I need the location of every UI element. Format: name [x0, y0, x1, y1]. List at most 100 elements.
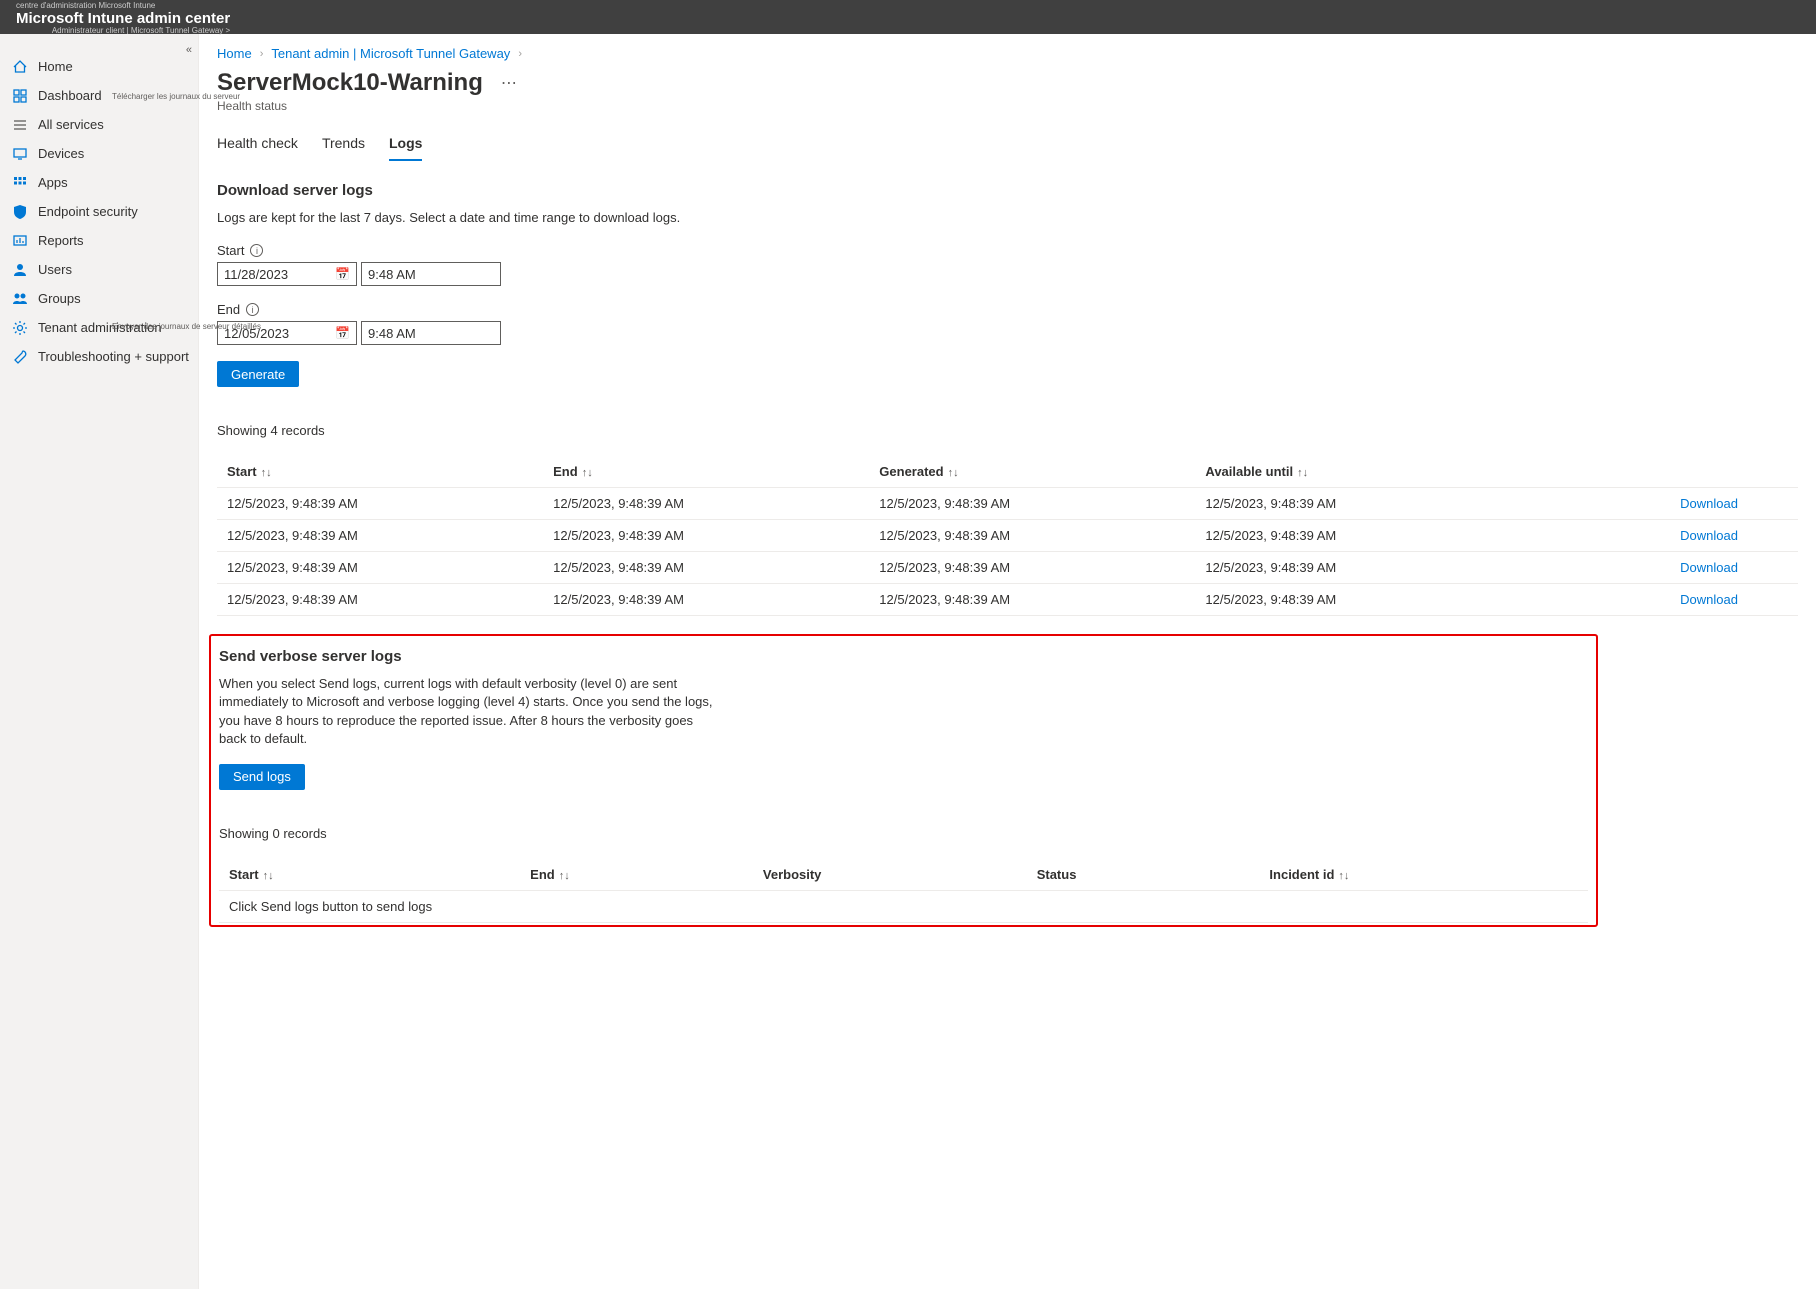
nav-devices[interactable]: Devices [0, 139, 198, 168]
cell-generated: 12/5/2023, 9:48:39 AM [869, 520, 1195, 552]
nav-label: Devices [38, 146, 84, 161]
gear-icon [12, 320, 28, 336]
nav-reports[interactable]: Reports [0, 226, 198, 255]
download-link[interactable]: Download [1680, 496, 1738, 511]
cell-start: 12/5/2023, 9:48:39 AM [217, 552, 543, 584]
nav-label: Reports [38, 233, 84, 248]
download-link[interactable]: Download [1680, 560, 1738, 575]
verbose-title: Send verbose server logs [219, 648, 1588, 665]
download-link[interactable]: Download [1680, 592, 1738, 607]
home-icon [12, 59, 28, 75]
nav-label: Home [38, 59, 73, 74]
breadcrumb-tenant[interactable]: Tenant admin | Microsoft Tunnel Gateway [271, 46, 510, 61]
col-end[interactable]: End↑↓ [543, 456, 869, 488]
send-logs-button[interactable]: Send logs [219, 764, 305, 790]
topbar: centre d'administration Microsoft Intune… [0, 0, 1816, 34]
nav-users[interactable]: Users [0, 255, 198, 284]
download-link[interactable]: Download [1680, 528, 1738, 543]
more-icon[interactable]: ⋯ [501, 73, 517, 93]
col-start[interactable]: Start↑↓ [217, 456, 543, 488]
page-subtitle: Health status [217, 99, 1798, 113]
nav-label: Apps [38, 175, 68, 190]
download-logs-desc: Logs are kept for the last 7 days. Selec… [217, 209, 717, 227]
download-record-count: Showing 4 records [217, 423, 1798, 438]
end-time-input[interactable]: 9:48 AM [361, 321, 501, 345]
col-end[interactable]: End↑↓ [520, 859, 753, 891]
table-row: 12/5/2023, 9:48:39 AM 12/5/2023, 9:48:39 … [217, 552, 1798, 584]
nav-all-services[interactable]: All services [0, 110, 198, 139]
dashboard-icon [12, 88, 28, 104]
info-icon[interactable]: i [250, 244, 263, 257]
empty-message: Click Send logs button to send logs [219, 890, 1588, 922]
tab-trends[interactable]: Trends [322, 129, 365, 161]
tabs: Health check Trends Logs [217, 129, 1798, 162]
cell-generated: 12/5/2023, 9:48:39 AM [869, 488, 1195, 520]
start-date-value: 11/28/2023 [224, 267, 288, 282]
download-logs-table: Start↑↓ End↑↓ Generated↑↓ Available unti… [217, 456, 1798, 616]
nav-groups[interactable]: Groups [0, 284, 198, 313]
topbar-pretitle: centre d'administration Microsoft Intune [16, 2, 230, 10]
nav-troubleshooting[interactable]: Troubleshooting + support [0, 342, 198, 371]
wrench-icon [12, 349, 28, 365]
main-content: Home › Tenant admin | Microsoft Tunnel G… [199, 34, 1816, 1289]
devices-icon [12, 146, 28, 162]
nav-label: Groups [38, 291, 81, 306]
chevron-right-icon: › [260, 48, 264, 60]
end-time-value: 9:48 AM [368, 326, 416, 341]
list-icon [12, 117, 28, 133]
nav-label: All services [38, 117, 104, 132]
float-label-download: Télécharger les journaux du serveur [112, 92, 240, 101]
start-time-input[interactable]: 9:48 AM [361, 262, 501, 286]
nav-endpoint-security[interactable]: Endpoint security [0, 197, 198, 226]
sort-icon: ↑↓ [1338, 870, 1349, 882]
sort-icon: ↑↓ [582, 467, 593, 479]
chevron-right-icon: › [518, 48, 522, 60]
cell-start: 12/5/2023, 9:48:39 AM [217, 488, 543, 520]
col-incident[interactable]: Incident id↑↓ [1259, 859, 1588, 891]
cell-available: 12/5/2023, 9:48:39 AM [1195, 552, 1521, 584]
cell-start: 12/5/2023, 9:48:39 AM [217, 584, 543, 616]
col-start[interactable]: Start↑↓ [219, 859, 520, 891]
sort-icon: ↑↓ [1297, 467, 1308, 479]
download-logs-title: Download server logs [217, 182, 1798, 199]
apps-icon [12, 175, 28, 191]
tab-health-check[interactable]: Health check [217, 129, 298, 161]
shield-icon [12, 204, 28, 220]
verbose-record-count: Showing 0 records [219, 826, 1588, 841]
verbose-logs-highlight-box: Send verbose server logs When you select… [209, 634, 1598, 927]
breadcrumb-home[interactable]: Home [217, 46, 252, 61]
user-icon [12, 262, 28, 278]
calendar-icon: 📅 [335, 326, 350, 340]
table-row: 12/5/2023, 9:48:39 AM12/5/2023, 9:48:39 … [217, 584, 1798, 616]
collapse-sidebar-icon[interactable]: « [186, 44, 192, 56]
start-time-value: 9:48 AM [368, 267, 416, 282]
col-verbosity[interactable]: Verbosity [753, 859, 1027, 891]
table-row: 12/5/2023, 9:48:39 AM12/5/2023, 9:48:39 … [217, 520, 1798, 552]
cell-end: 12/5/2023, 9:48:39 AM [543, 488, 869, 520]
tab-logs[interactable]: Logs [389, 129, 422, 161]
cell-end: 12/5/2023, 9:48:39 AM [543, 584, 869, 616]
generate-button[interactable]: Generate [217, 361, 299, 387]
nav-home[interactable]: Home [0, 52, 198, 81]
nav-apps[interactable]: Apps [0, 168, 198, 197]
table-empty-row: Click Send logs button to send logs [219, 890, 1588, 922]
nav-label: Endpoint security [38, 204, 138, 219]
sort-icon: ↑↓ [559, 870, 570, 882]
col-available[interactable]: Available until↑↓ [1195, 456, 1521, 488]
verbose-desc: When you select Send logs, current logs … [219, 675, 719, 748]
cell-generated: 12/5/2023, 9:48:39 AM [869, 584, 1195, 616]
nav-label: Troubleshooting + support [38, 349, 189, 364]
breadcrumb: Home › Tenant admin | Microsoft Tunnel G… [217, 46, 1798, 61]
cell-available: 12/5/2023, 9:48:39 AM [1195, 488, 1521, 520]
nav-label: Dashboard [38, 88, 102, 103]
end-label: End [217, 302, 240, 317]
page-title: ServerMock10-Warning [217, 69, 483, 97]
reports-icon [12, 233, 28, 249]
col-generated[interactable]: Generated↑↓ [869, 456, 1195, 488]
start-date-input[interactable]: 11/28/2023 📅 [217, 262, 357, 286]
start-label: Start [217, 243, 244, 258]
info-icon[interactable]: i [246, 303, 259, 316]
verbose-logs-table: Start↑↓ End↑↓ Verbosity Status Incident … [219, 859, 1588, 923]
table-row: 12/5/2023, 9:48:39 AM12/5/2023, 9:48:39 … [217, 488, 1798, 520]
col-status[interactable]: Status [1027, 859, 1260, 891]
